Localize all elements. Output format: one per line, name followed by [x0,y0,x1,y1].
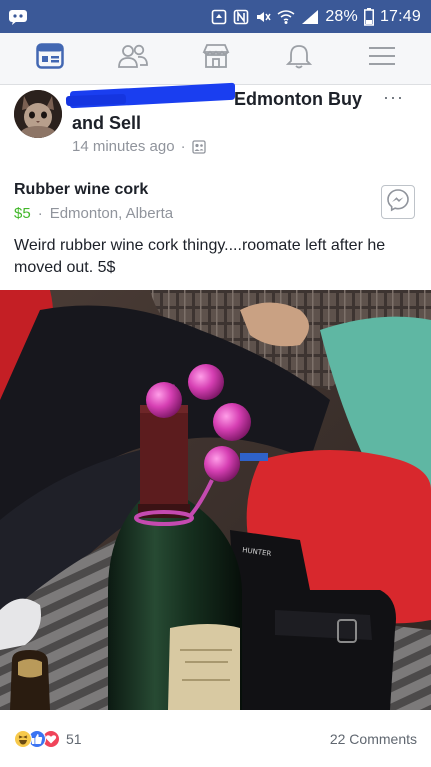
reactions-bar: 51 22 Comments [0,710,431,767]
clock: 17:49 [379,7,421,25]
message-seller-button[interactable] [381,185,415,219]
reactions-summary[interactable]: 51 [14,729,82,748]
status-bar: 28% 17:49 [0,0,431,33]
battery-percent: 28% [325,7,358,25]
nav-notifications[interactable] [277,37,321,81]
meta-separator: · [180,138,186,155]
group-name[interactable]: Edmonton Buy [234,89,362,110]
bell-icon [285,43,312,74]
messenger-status-icon [8,8,28,26]
listing-meta: $5 · Edmonton, Alberta [14,205,173,222]
newsfeed-icon [35,43,64,74]
nfc-icon [233,9,249,25]
marketplace-icon [202,43,230,74]
listing-price: $5 [14,205,31,222]
signal-icon [301,9,319,25]
post-meta: 14 minutes ago · [72,138,206,155]
status-left [8,8,28,26]
battery-icon [363,7,374,26]
alarm-icon [211,9,227,25]
facebook-nav-bar [0,33,431,85]
reaction-count: 51 [66,730,82,747]
nav-friends[interactable] [111,37,155,81]
nav-menu[interactable] [360,37,404,81]
wifi-icon [277,9,295,25]
cat-avatar-image [14,90,62,138]
more-options-button[interactable]: ··· [383,87,404,108]
hamburger-icon [368,45,396,72]
listing-separator: · [37,205,43,222]
listing-title[interactable]: Rubber wine cork [14,181,148,199]
wine-bottle-photo: HUNTER [0,290,431,710]
avatar[interactable] [14,90,62,138]
mute-icon [255,9,271,25]
listing-description: Weird rubber wine cork thingy....roomate… [14,237,386,276]
haha-icon [14,729,32,748]
post-photo[interactable]: HUNTER [0,290,431,710]
post-header: Edmonton Buy and Sell ··· 14 minutes ago… [0,82,431,165]
nav-marketplace[interactable] [194,37,238,81]
nav-news-feed[interactable] [28,37,72,81]
post-timestamp[interactable]: 14 minutes ago [72,138,175,155]
group-icon [191,139,206,154]
comments-count[interactable]: 22 Comments [330,731,417,747]
listing-location: Edmonton, Alberta [49,205,174,222]
messenger-icon [386,188,410,217]
name-redaction-mark [65,93,127,107]
status-right: 28% 17:49 [211,7,421,26]
group-name-continued[interactable]: and Sell [72,113,141,134]
friends-icon [117,43,148,74]
